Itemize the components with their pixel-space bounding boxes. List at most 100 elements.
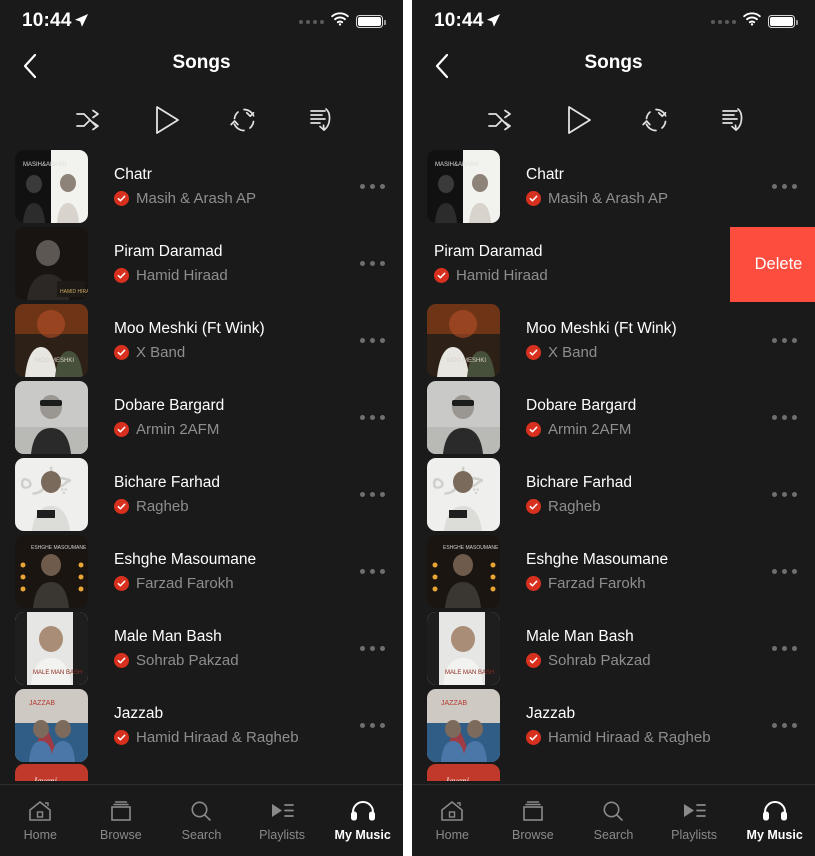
- verified-check-icon: [526, 345, 541, 360]
- verified-check-icon: [114, 268, 129, 283]
- list-item-partial[interactable]: Javani: [0, 764, 403, 781]
- song-meta: Male Man Bash Sohrab Pakzad: [526, 627, 761, 670]
- more-options-icon[interactable]: [349, 569, 395, 574]
- list-item[interactable]: چاره Bichare Farhad Ragheb: [0, 456, 403, 533]
- home-icon: [441, 801, 464, 821]
- list-item-partial[interactable]: Javani: [412, 764, 815, 781]
- verified-check-icon: [526, 499, 541, 514]
- more-options-icon[interactable]: [349, 338, 395, 343]
- battery-full-icon: [768, 15, 798, 28]
- album-art: [15, 381, 88, 454]
- list-item[interactable]: MALE MAN BASH Male Man Bash Sohrab Pakza…: [0, 610, 403, 687]
- repeat-button[interactable]: [224, 100, 264, 140]
- list-item[interactable]: MASIH&ARASH Chatr Masih & Arash AP: [0, 148, 403, 225]
- list-item[interactable]: Dobare Bargard Armin 2AFM: [412, 379, 815, 456]
- more-options-icon[interactable]: [761, 646, 807, 651]
- song-title: Jazzab: [114, 705, 164, 722]
- more-options-icon[interactable]: [349, 492, 395, 497]
- more-options-icon[interactable]: [349, 415, 395, 420]
- list-item[interactable]: JAZZAB Jazzab Hamid Hiraad & Ragheb: [412, 687, 815, 764]
- tab-label: Browse: [512, 828, 554, 842]
- wifi-icon: [331, 12, 349, 31]
- bottom-tab-bar: Home Browse Search Playlists My Music: [0, 784, 403, 856]
- tab-browse[interactable]: Browse: [493, 799, 574, 842]
- tab-label: Playlists: [259, 828, 305, 842]
- list-item[interactable]: HAMID HIRAAD Piram Daramad Hamid Hiraad: [0, 225, 403, 302]
- play-button[interactable]: [559, 100, 599, 140]
- list-item[interactable]: چاره Bichare Farhad Ragheb: [412, 456, 815, 533]
- song-meta: Jazzab Hamid Hiraad & Ragheb: [526, 704, 761, 747]
- list-item[interactable]: Dobare Bargard Armin 2AFM: [0, 379, 403, 456]
- list-item[interactable]: MOO MESHKI Moo Meshki (Ft Wink) X Band: [0, 302, 403, 379]
- more-options-icon[interactable]: [761, 415, 807, 420]
- more-options-icon[interactable]: [761, 184, 807, 189]
- nav-bar: Songs: [412, 44, 815, 92]
- repeat-icon: [230, 108, 255, 132]
- list-item[interactable]: MOO MESHKI Moo Meshki (Ft Wink) X Band: [412, 302, 815, 379]
- location-arrow-icon: [74, 13, 89, 28]
- more-options-icon[interactable]: [761, 569, 807, 574]
- sort-queue-button[interactable]: [713, 100, 753, 140]
- tab-playlists[interactable]: Playlists: [654, 799, 735, 842]
- more-options-icon[interactable]: [761, 723, 807, 728]
- list-item[interactable]: MASIH&ARASH Chatr Masih & Arash AP: [412, 148, 815, 225]
- svg-text:Javani: Javani: [445, 776, 469, 781]
- song-artist-line: Hamid Hiraad & Ragheb: [114, 728, 349, 747]
- song-meta: Chatr Masih & Arash AP: [526, 165, 761, 208]
- song-artist: Ragheb: [136, 498, 189, 515]
- status-bar: 10:44: [0, 0, 403, 44]
- song-artist-line: Armin 2AFM: [526, 420, 761, 439]
- list-item[interactable]: MALE MAN BASH Male Man Bash Sohrab Pakza…: [412, 610, 815, 687]
- tab-home[interactable]: Home: [412, 799, 493, 842]
- status-bar-time: 10:44: [434, 10, 484, 31]
- song-title: Dobare Bargard: [114, 397, 225, 414]
- verified-check-icon: [526, 730, 541, 745]
- song-meta: Dobare Bargard Armin 2AFM: [114, 396, 349, 439]
- album-art: Javani: [15, 764, 88, 781]
- album-art: JAZZAB: [15, 689, 88, 762]
- verified-check-icon: [114, 653, 129, 668]
- tab-playlists[interactable]: Playlists: [242, 799, 323, 842]
- status-bar-indicators: [711, 12, 798, 31]
- shuffle-button[interactable]: [70, 100, 110, 140]
- album-art: ESHGHE MASOUMANE: [15, 535, 88, 608]
- more-options-icon[interactable]: [349, 646, 395, 651]
- svg-text:MASIH&ARASH: MASIH&ARASH: [23, 162, 67, 168]
- page-title: Songs: [172, 52, 231, 73]
- tab-search[interactable]: Search: [573, 799, 654, 842]
- sort-queue-button[interactable]: [301, 100, 341, 140]
- tab-my-music[interactable]: My Music: [734, 799, 815, 842]
- tab-browse[interactable]: Browse: [81, 799, 162, 842]
- more-options-icon[interactable]: [761, 492, 807, 497]
- shuffle-icon: [76, 109, 99, 131]
- repeat-button[interactable]: [636, 100, 676, 140]
- song-list[interactable]: MASIH&ARASH Chatr Masih & Arash AP Piram…: [412, 148, 815, 781]
- list-item[interactable]: ESHGHE MASOUMANE Eshghe Masoumane Farzad…: [0, 533, 403, 610]
- song-artist: Armin 2AFM: [548, 421, 632, 438]
- list-item[interactable]: ESHGHE MASOUMANE Eshghe Masoumane Farzad…: [412, 533, 815, 610]
- shuffle-button[interactable]: [482, 100, 522, 140]
- verified-check-icon: [526, 191, 541, 206]
- verified-check-icon: [114, 499, 129, 514]
- list-item-swiped[interactable]: Piram Daramad Hamid Hiraad Delete: [412, 225, 815, 302]
- more-options-icon[interactable]: [761, 338, 807, 343]
- song-meta: Moo Meshki (Ft Wink) X Band: [526, 319, 761, 362]
- signal-dots-icon: [711, 19, 736, 24]
- tab-home[interactable]: Home: [0, 799, 81, 842]
- song-list[interactable]: MASIH&ARASH Chatr Masih & Arash AP HAMID…: [0, 148, 403, 781]
- song-artist: Farzad Farokh: [548, 575, 646, 592]
- play-button[interactable]: [147, 100, 187, 140]
- song-title: Eshghe Masoumane: [114, 551, 257, 568]
- more-options-icon[interactable]: [349, 184, 395, 189]
- song-artist: Masih & Arash AP: [136, 190, 257, 207]
- list-item[interactable]: JAZZAB Jazzab Hamid Hiraad & Ragheb: [0, 687, 403, 764]
- song-artist-line: Ragheb: [114, 497, 349, 516]
- delete-button[interactable]: Delete: [730, 227, 815, 302]
- more-options-icon[interactable]: [349, 723, 395, 728]
- more-options-icon[interactable]: [349, 261, 395, 266]
- song-title: Jazzab: [526, 705, 576, 722]
- tab-my-music[interactable]: My Music: [322, 799, 403, 842]
- song-artist: Masih & Arash AP: [548, 190, 669, 207]
- song-artist-line: Sohrab Pakzad: [526, 651, 761, 670]
- tab-search[interactable]: Search: [161, 799, 242, 842]
